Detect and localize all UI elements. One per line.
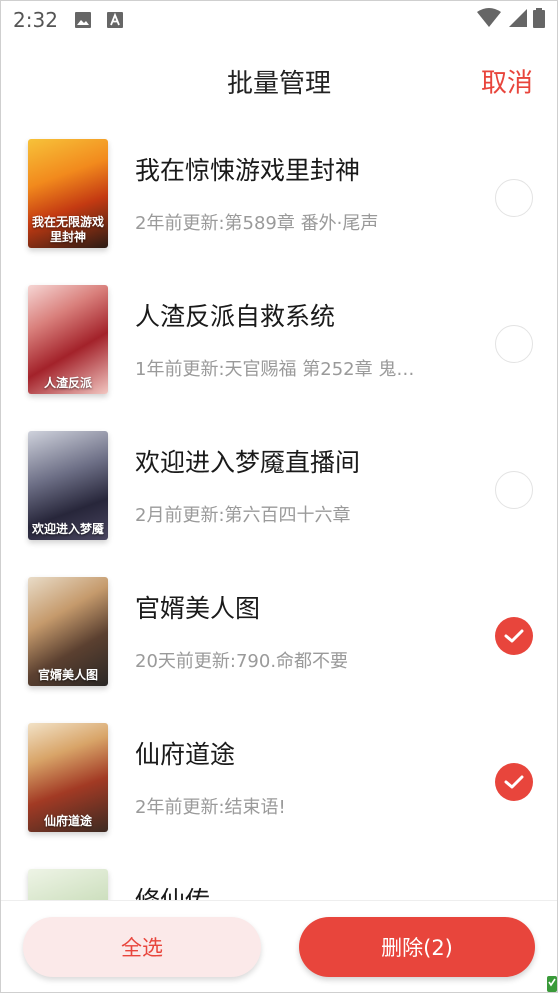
book-title: 欢迎进入梦魇直播间 [135, 448, 361, 477]
select-checkbox[interactable] [495, 763, 533, 801]
book-update-info: 2月前更新:第六百四十六章 [135, 505, 351, 526]
book-update-info: 20天前更新:790.命都不要 [135, 651, 349, 672]
header: 批量管理 取消 [1, 49, 557, 113]
select-checkbox[interactable] [495, 325, 533, 363]
book-item[interactable]: 我在无限游戏里封神 我在惊悚游戏里封神 2年前更新:第589章 番外·尾声 [1, 125, 557, 271]
status-right-group [477, 7, 545, 33]
book-cover: 仙府道途 [28, 723, 108, 832]
select-all-button[interactable]: 全选 [23, 917, 261, 977]
book-cover: 我在无限游戏里封神 [28, 139, 108, 248]
cover-text: 我在无限游戏里封神 [31, 215, 104, 244]
battery-icon [533, 7, 545, 33]
book-update-info: 2年前更新:第589章 番外·尾声 [135, 213, 379, 234]
status-bar: 2:32 [1, 1, 557, 39]
book-cover: 官婿美人图 [28, 577, 108, 686]
delete-button[interactable]: 删除(2) [299, 917, 535, 977]
corner-badge-icon [547, 976, 557, 992]
status-time: 2:32 [13, 8, 58, 32]
book-title: 人渣反派自救系统 [135, 302, 336, 331]
book-title: 仙府道途 [135, 740, 236, 769]
book-title: 官婿美人图 [135, 594, 261, 623]
cancel-button[interactable]: 取消 [481, 63, 533, 100]
book-item[interactable]: 官婿美人图 官婿美人图 20天前更新:790.命都不要 [1, 563, 557, 709]
checkmark-icon [504, 775, 524, 789]
cover-text: 人渣反派 [43, 375, 92, 390]
select-checkbox[interactable] [495, 617, 533, 655]
book-title: 我在惊悚游戏里封神 [135, 156, 361, 185]
cover-text: 欢迎进入梦魇 [31, 521, 104, 536]
book-item[interactable]: 仙府道途 仙府道途 2年前更新:结束语! [1, 709, 557, 855]
book-update-info: 1年前更新:天官赐福 第252章 鬼… [135, 359, 415, 380]
signal-icon [507, 8, 527, 33]
text-a-icon [106, 11, 124, 29]
wifi-icon [477, 7, 501, 33]
book-update-info: 2年前更新:结束语! [135, 797, 286, 818]
batch-manage-screen: 2:32 批量管理 取消 我在无限游戏里封神 我在惊悚游戏里封神 2年前更新:第… [0, 0, 558, 993]
select-checkbox[interactable] [495, 179, 533, 217]
book-item[interactable]: 人渣反派 人渣反派自救系统 1年前更新:天官赐福 第252章 鬼… [1, 271, 557, 417]
page-title: 批量管理 [226, 68, 331, 99]
book-item[interactable]: 修 修仙传 [1, 855, 557, 901]
checkmark-icon [504, 629, 524, 643]
book-item[interactable]: 欢迎进入梦魇 欢迎进入梦魇直播间 2月前更新:第六百四十六章 [1, 417, 557, 563]
book-cover: 人渣反派 [28, 285, 108, 394]
book-title: 修仙传 [135, 886, 211, 901]
book-cover: 修 [28, 869, 108, 901]
image-icon [74, 11, 92, 29]
cover-text: 仙府道途 [43, 813, 92, 828]
book-cover: 欢迎进入梦魇 [28, 431, 108, 540]
book-list: 我在无限游戏里封神 我在惊悚游戏里封神 2年前更新:第589章 番外·尾声 人渣… [1, 125, 557, 901]
bottom-action-bar: 全选 删除(2) [1, 900, 557, 992]
cover-text: 官婿美人图 [37, 667, 98, 682]
select-checkbox[interactable] [495, 471, 533, 509]
